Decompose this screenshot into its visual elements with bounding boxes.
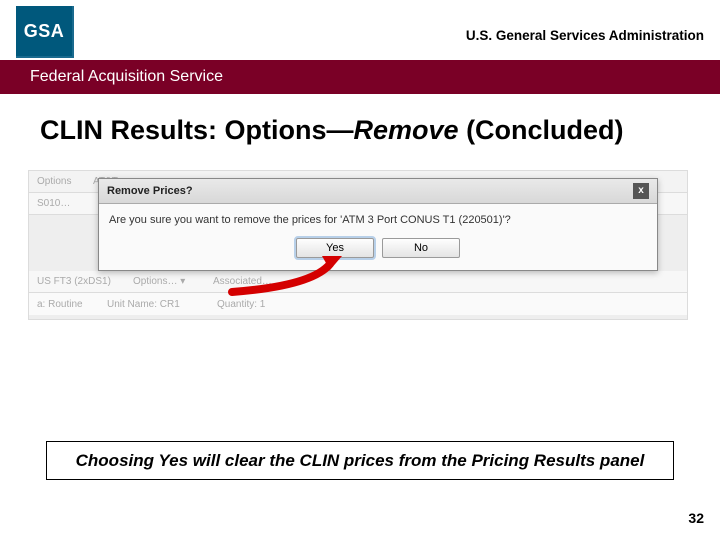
no-button[interactable]: No — [382, 238, 460, 258]
page-number: 32 — [688, 510, 704, 526]
service-band: Federal Acquisition Service — [0, 60, 720, 94]
bg-cell: a: Routine — [37, 299, 97, 310]
yes-button[interactable]: Yes — [296, 238, 374, 258]
bg-cell: Unit Name: CR1 — [107, 299, 207, 310]
title-part2: (Concluded) — [459, 115, 624, 145]
dialog-message: Are you sure you want to remove the pric… — [99, 204, 657, 232]
bg-row: US FT3 (2xDS1) Options… ▾ Associated… — [29, 271, 687, 293]
gsa-logo: GSA — [16, 6, 74, 58]
dialog-titlebar: Remove Prices? x — [99, 179, 657, 204]
dialog-buttons: Yes No — [99, 232, 657, 270]
bg-row: a: Routine Unit Name: CR1 Quantity: 1 — [29, 293, 687, 315]
bg-cell: Quantity: 1 — [217, 299, 265, 310]
bg-cell: Associated… — [213, 276, 272, 287]
caption-text: Choosing Yes will clear the CLIN prices … — [76, 451, 645, 470]
dialog-title-text: Remove Prices? — [107, 185, 193, 197]
bg-cell: Options… ▾ — [133, 276, 203, 287]
embedded-screenshot: Options AT&T S010… US FT3 (2xDS1) Option… — [28, 170, 688, 320]
remove-prices-dialog: Remove Prices? x Are you sure you want t… — [98, 178, 658, 271]
bg-cell: S010… — [37, 198, 83, 209]
bg-cell: Options — [37, 176, 83, 187]
title-italic: Remove — [354, 115, 459, 145]
title-part1: CLIN Results: Options— — [40, 115, 354, 145]
agency-name: U.S. General Services Administration — [466, 6, 704, 43]
slide-title: CLIN Results: Options—Remove (Concluded) — [0, 94, 720, 150]
service-band-label: Federal Acquisition Service — [30, 68, 223, 86]
bg-cell: US FT3 (2xDS1) — [37, 276, 123, 287]
caption-box: Choosing Yes will clear the CLIN prices … — [46, 441, 674, 480]
close-icon[interactable]: x — [633, 183, 649, 199]
